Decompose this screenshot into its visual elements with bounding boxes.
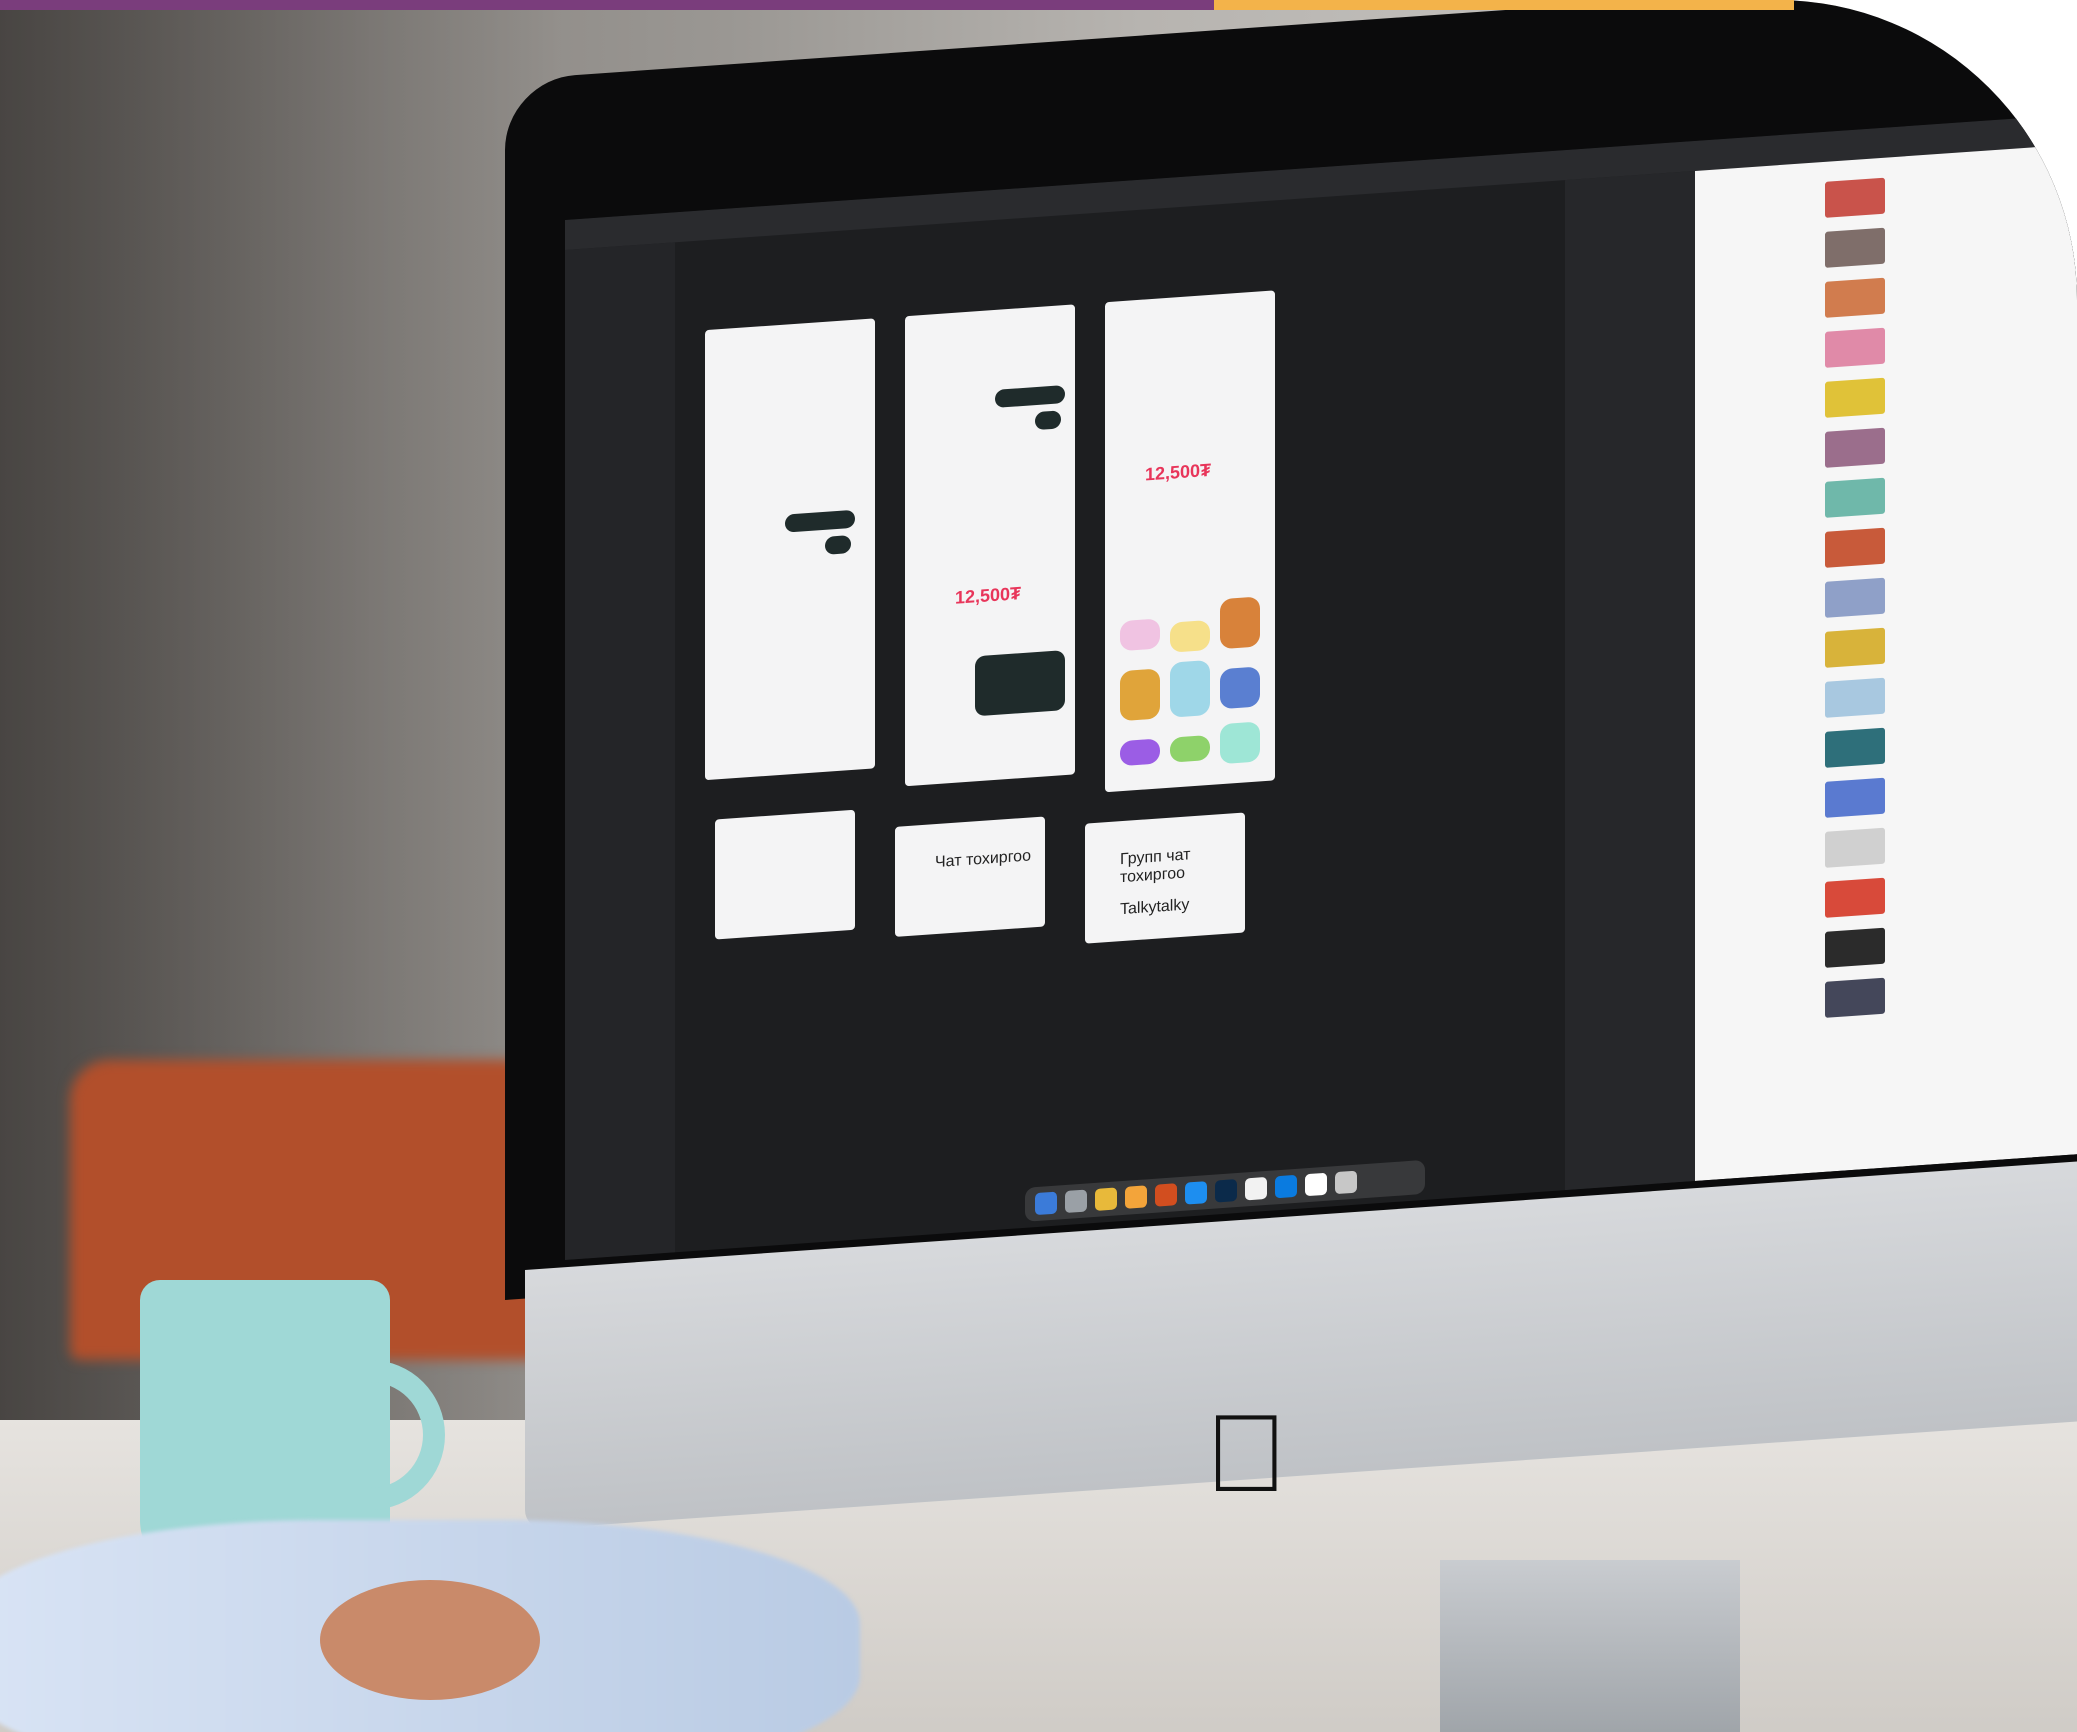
apple-logo-icon: 	[1205, 1390, 1288, 1517]
video-thumbnail	[1825, 827, 1885, 868]
sticker	[1220, 666, 1260, 710]
photo: 12,500₮ 12,500₮ Чат тохиргоо Групп чат т…	[0, 0, 2077, 1732]
video-thumbnail	[1825, 427, 1885, 468]
artboard-bottom-2: Чат тохиргоо	[895, 816, 1045, 937]
illustrator-icon	[1155, 1183, 1177, 1207]
sticker	[1120, 618, 1160, 652]
monitor-screen: 12,500₮ 12,500₮ Чат тохиргоо Групп чат т…	[565, 113, 2077, 1261]
person-hand	[320, 1580, 540, 1700]
chat-bubble	[1035, 410, 1061, 431]
price-label: 12,500₮	[1145, 459, 1212, 485]
payment-card	[975, 650, 1065, 717]
brand-bar-orange	[1214, 0, 1794, 10]
video-thumbnail	[1825, 677, 1885, 718]
brand-bar-purple	[0, 0, 1214, 10]
chat-bubble	[995, 385, 1065, 408]
artboard-bottom-3: Групп чат тохиргоо Talkytalky	[1085, 812, 1245, 944]
chrome-icon	[1095, 1187, 1117, 1211]
artboard-chat-1	[705, 318, 875, 781]
video-thumbnail	[1825, 277, 1885, 318]
layers-sidebar	[565, 242, 675, 1260]
video-thumbnail	[1825, 777, 1885, 818]
group-settings-title: Групп чат тохиргоо	[1120, 846, 1191, 887]
video-thumbnail	[1825, 577, 1885, 618]
sticker	[1220, 596, 1260, 650]
video-thumbnail	[1825, 727, 1885, 768]
app-icon	[1065, 1189, 1087, 1214]
sticker	[1170, 659, 1210, 718]
trash-icon	[1335, 1170, 1357, 1195]
sticker	[1120, 668, 1160, 722]
chat-bubble	[825, 535, 851, 555]
video-thumbnail	[1825, 477, 1885, 518]
price-label: 12,500₮	[955, 583, 1022, 608]
video-thumbnail	[1825, 227, 1885, 268]
video-thumbnail	[1825, 927, 1885, 968]
artboard-chat-2: 12,500₮	[905, 304, 1075, 787]
app-icon	[1245, 1176, 1267, 1201]
monitor-stand	[1440, 1560, 1740, 1732]
group-item: Talkytalky	[1120, 896, 1190, 919]
imac-monitor: 12,500₮ 12,500₮ Чат тохиргоо Групп чат т…	[505, 0, 2077, 1530]
video-thumbnail	[1825, 627, 1885, 668]
video-thumbnail	[1825, 327, 1885, 368]
video-thumbnail	[1825, 177, 1885, 218]
finder-icon	[1035, 1191, 1057, 1216]
video-thumbnail	[1825, 377, 1885, 418]
inspector-panel	[1565, 170, 1695, 1191]
video-thumbnail	[1825, 977, 1885, 1018]
video-thumbnail	[1825, 877, 1885, 918]
app-icon	[1185, 1181, 1207, 1205]
sticker	[1220, 721, 1260, 765]
sticker	[1170, 619, 1210, 653]
settings-title: Чат тохиргоо	[935, 847, 1031, 872]
app-icon	[1305, 1172, 1327, 1197]
sticker	[1120, 738, 1160, 767]
skype-icon	[1275, 1174, 1297, 1199]
video-thumbnail	[1825, 527, 1885, 568]
sticker	[1170, 734, 1210, 763]
chat-bubble	[785, 509, 855, 533]
app-icon	[1125, 1185, 1147, 1209]
photoshop-icon	[1215, 1179, 1237, 1203]
artboard-bottom-1	[715, 809, 855, 940]
browser-panel	[1695, 143, 2077, 1181]
artboard-chat-3: 12,500₮	[1105, 290, 1275, 793]
